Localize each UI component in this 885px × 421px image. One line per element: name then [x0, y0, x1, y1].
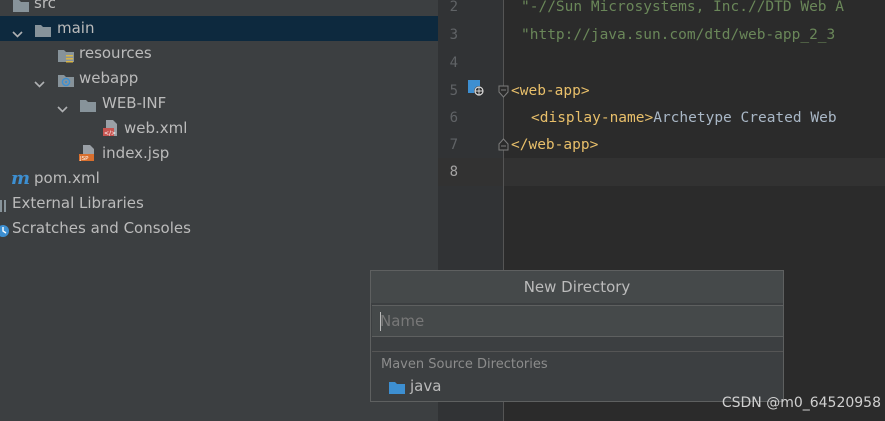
svg-text:JSP: JSP — [79, 156, 89, 162]
line-number: 6 — [449, 110, 458, 126]
tree-item-label: WEB-INF — [102, 94, 167, 112]
line-number: 5 — [449, 83, 458, 99]
chevron-down-icon[interactable] — [34, 73, 45, 88]
code-line-6: <display-name>Archetype Created Web — [531, 110, 837, 126]
tree-item-label: index.jsp — [102, 144, 170, 162]
fold-open-icon[interactable] — [498, 84, 509, 102]
suggestion-label: java — [410, 377, 442, 395]
chevron-down-icon[interactable] — [12, 23, 23, 38]
tree-item-scratches[interactable]: Scratches and Consoles — [0, 216, 438, 241]
scratches-icon — [0, 221, 10, 246]
watermark: CSDN @m0_64520958 — [721, 395, 881, 411]
tree-item-web-inf[interactable]: WEB-INF — [0, 91, 438, 116]
tree-item-label: Scratches and Consoles — [12, 219, 191, 237]
tree-item-web-xml[interactable]: </> web.xml — [0, 116, 438, 141]
tree-item-resources[interactable]: resources — [0, 41, 438, 66]
new-directory-popup: New Directory Maven Source Directories j… — [370, 270, 784, 402]
tree-item-external-libraries[interactable]: External Libraries — [0, 191, 438, 216]
text-caret — [380, 312, 381, 331]
tree-item-label: webapp — [79, 69, 139, 87]
folder-icon — [388, 380, 406, 399]
chevron-down-icon[interactable] — [57, 98, 68, 113]
tree-item-index-jsp[interactable]: JSP index.jsp — [0, 141, 438, 166]
code-line-3: "http://java.sun.com/dtd/web-app_2_3 — [521, 27, 836, 43]
popup-title: New Directory — [371, 271, 783, 303]
line-number: 7 — [449, 137, 458, 153]
section-label: Maven Source Directories — [381, 357, 548, 372]
tree-item-label: pom.xml — [34, 169, 100, 187]
fold-close-icon[interactable] — [498, 137, 509, 155]
tree-item-webapp[interactable]: webapp — [0, 66, 438, 91]
tree-item-pom-xml[interactable]: m pom.xml — [0, 166, 438, 191]
tree-item-main[interactable]: main — [0, 16, 438, 41]
code-line-7: </web-app> — [511, 137, 599, 153]
directory-name-field[interactable] — [372, 305, 783, 337]
maven-icon: m — [11, 168, 31, 189]
code-line-2: "-//Sun Microsystems, Inc.//DTD Web A — [521, 0, 845, 15]
line-number: 2 — [449, 0, 458, 15]
tree-item-src[interactable]: src — [0, 0, 438, 16]
current-line-highlight — [438, 158, 885, 186]
tree-item-label: web.xml — [124, 119, 188, 137]
tree-item-label: resources — [79, 44, 152, 62]
tree-item-label: main — [57, 19, 95, 37]
svg-text:</>: </> — [104, 130, 116, 137]
line-number: 8 — [449, 164, 458, 180]
tree-item-label: src — [34, 0, 56, 12]
directory-name-input[interactable] — [380, 310, 775, 332]
tree-item-label: External Libraries — [12, 194, 144, 212]
code-line-5: <web-app> — [511, 83, 590, 99]
line-number: 3 — [449, 27, 458, 43]
line-number: 4 — [449, 55, 458, 71]
popup-divider — [372, 337, 783, 352]
web-module-icon[interactable] — [468, 80, 485, 101]
